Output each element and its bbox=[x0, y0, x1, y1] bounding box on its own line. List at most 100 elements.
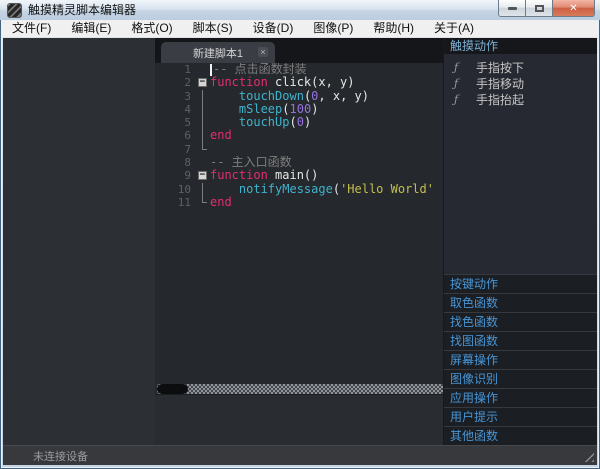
fold-column bbox=[197, 89, 210, 103]
sidebar-section-touch-actions[interactable]: 触摸动作 bbox=[444, 38, 597, 54]
token-number: 0 bbox=[296, 116, 304, 130]
sidebar-function-item[interactable]: ƒ 手指按下 bbox=[444, 59, 597, 75]
code-line[interactable]: 6 end bbox=[155, 129, 443, 143]
text-caret bbox=[210, 63, 212, 76]
code-text: -- 主入口函数 bbox=[210, 156, 443, 169]
fold-column bbox=[197, 63, 210, 76]
code-text: mSleep(100) bbox=[210, 103, 443, 116]
token-string: 'Hello World' bbox=[340, 182, 434, 196]
token-number: 100 bbox=[289, 102, 312, 116]
maximize-icon bbox=[534, 4, 544, 12]
editor-column: 新建脚本1 × 1 -- 点击函数封装 2− function click(x, y)… bbox=[155, 38, 443, 445]
token-builtin: notifyMessage bbox=[238, 182, 333, 196]
token-builtin: touchUp bbox=[238, 116, 290, 130]
maximize-button[interactable] bbox=[526, 0, 553, 17]
resize-grip-icon[interactable] bbox=[583, 451, 594, 462]
sidebar-section-8[interactable]: 用户提示 bbox=[444, 407, 597, 426]
close-button[interactable]: ✕ bbox=[553, 0, 595, 17]
menu-item-5[interactable]: 设备(D) bbox=[243, 20, 304, 37]
menu-item-3[interactable]: 格式(O) bbox=[121, 20, 182, 37]
fold-column bbox=[197, 182, 210, 196]
menu-item-1[interactable]: 文件(F) bbox=[2, 20, 61, 37]
sidebar-section-2[interactable]: 取色函数 bbox=[444, 293, 597, 312]
connection-status: 未连接设备 bbox=[33, 450, 88, 463]
window-controls: ✕ bbox=[498, 0, 595, 17]
fold-column[interactable]: − bbox=[197, 169, 210, 182]
code-text: end bbox=[210, 196, 443, 209]
code-line[interactable]: 1 -- 点击函数封装 bbox=[155, 63, 443, 76]
function-sidebar: 触摸动作 ƒ 手指按下 ƒ 手指移动 ƒ 手指抬起 按键动作 取色函数 找色函数 找图函数 屏幕操… bbox=[443, 38, 597, 445]
code-line[interactable]: 3 touchDown(0, x, y) bbox=[155, 89, 443, 103]
output-panel bbox=[155, 394, 443, 445]
code-editor[interactable]: 1 -- 点击函数封装 2− function click(x, y) 3 touchD… bbox=[155, 63, 443, 384]
sidebar-section-7[interactable]: 应用操作 bbox=[444, 388, 597, 407]
menu-bar: 文件(F) 编辑(E) 格式(O) 脚本(S) 设备(D) 图像(P) 帮助(H) 关于(A) bbox=[2, 20, 598, 38]
sidebar-function-item[interactable]: ƒ 手指抬起 bbox=[444, 91, 597, 107]
fold-column bbox=[197, 116, 210, 130]
fold-column bbox=[197, 195, 210, 209]
token-plain: main() bbox=[275, 169, 319, 183]
tab-bar: 新建脚本1 × bbox=[155, 38, 443, 63]
line-number: 9 bbox=[184, 169, 191, 183]
tab-close-icon[interactable]: × bbox=[258, 47, 268, 57]
code-text: notifyMessage('Hello World' bbox=[210, 183, 443, 196]
sidebar-item-label: 手指抬起 bbox=[476, 92, 525, 107]
token-plain: ( bbox=[282, 102, 290, 116]
code-line[interactable]: 2− function click(x, y) bbox=[155, 76, 443, 89]
sidebar-section-3[interactable]: 找色函数 bbox=[444, 312, 597, 331]
code-line[interactable]: 5 touchUp(0) bbox=[155, 116, 443, 130]
token-plain: ) bbox=[311, 102, 319, 116]
menu-item-8[interactable]: 关于(A) bbox=[424, 20, 484, 37]
token-comment: -- 主入口函数 bbox=[210, 156, 292, 170]
line-number: 2 bbox=[184, 76, 191, 90]
fold-collapse-icon[interactable]: − bbox=[198, 171, 207, 181]
code-line[interactable]: 7 bbox=[155, 142, 443, 156]
sidebar-function-item[interactable]: ƒ 手指移动 bbox=[444, 75, 597, 91]
menu-item-7[interactable]: 帮助(H) bbox=[363, 20, 424, 37]
fold-guide-line bbox=[202, 116, 203, 130]
fold-column bbox=[197, 156, 210, 169]
fold-guide-end bbox=[202, 195, 207, 204]
minimize-icon bbox=[507, 6, 517, 10]
code-line[interactable]: 4 mSleep(100) bbox=[155, 102, 443, 117]
code-text: function main() bbox=[210, 169, 443, 182]
horizontal-scrollbar[interactable] bbox=[157, 384, 443, 394]
sidebar-section-1[interactable]: 按键动作 bbox=[444, 274, 597, 293]
function-icon: ƒ bbox=[454, 60, 459, 74]
fold-guide-line bbox=[202, 102, 203, 117]
line-number: 3 bbox=[184, 89, 191, 103]
menu-item-6[interactable]: 图像(P) bbox=[303, 20, 363, 37]
sidebar-item-label: 手指移动 bbox=[476, 76, 525, 91]
line-number: 6 bbox=[184, 129, 191, 143]
code-text: end bbox=[210, 129, 443, 142]
fold-column bbox=[197, 129, 210, 143]
title-bar[interactable]: 触摸精灵脚本编辑器 ✕ bbox=[0, 0, 600, 20]
code-line[interactable]: 9− function main() bbox=[155, 169, 443, 182]
menu-item-2[interactable]: 编辑(E) bbox=[61, 20, 121, 37]
token-plain: click(x, y) bbox=[275, 76, 355, 90]
token-plain: ( bbox=[289, 116, 297, 130]
app-window: 触摸精灵脚本编辑器 ✕ 文件(F) 编辑(E) 格式(O) 脚本(S) 设备(D) 图像(… bbox=[0, 0, 600, 469]
code-line[interactable]: 10 notifyMessage('Hello World' bbox=[155, 182, 443, 196]
sidebar-section-9[interactable]: 其他函数 bbox=[444, 426, 597, 445]
sidebar-section-4[interactable]: 找图函数 bbox=[444, 331, 597, 350]
sidebar-section-5[interactable]: 屏幕操作 bbox=[444, 350, 597, 369]
code-line[interactable]: 8 -- 主入口函数 bbox=[155, 156, 443, 169]
minimize-button[interactable] bbox=[498, 0, 526, 17]
tab-new-script[interactable]: 新建脚本1 × bbox=[161, 42, 275, 63]
token-keyword: end bbox=[210, 129, 232, 143]
sidebar-section-6[interactable]: 图像识别 bbox=[444, 369, 597, 388]
fold-collapse-icon[interactable]: − bbox=[198, 78, 207, 88]
line-number: 7 bbox=[184, 142, 191, 156]
main-content: 新建脚本1 × 1 -- 点击函数封装 2− function click(x, y)… bbox=[3, 38, 597, 445]
fold-guide-end bbox=[202, 142, 207, 151]
horizontal-scrollbar-thumb[interactable] bbox=[157, 384, 188, 394]
fold-column[interactable]: − bbox=[197, 76, 210, 89]
device-list-panel[interactable] bbox=[3, 38, 155, 445]
menu-item-4[interactable]: 脚本(S) bbox=[183, 20, 243, 37]
code-line[interactable]: 11 end bbox=[155, 195, 443, 209]
